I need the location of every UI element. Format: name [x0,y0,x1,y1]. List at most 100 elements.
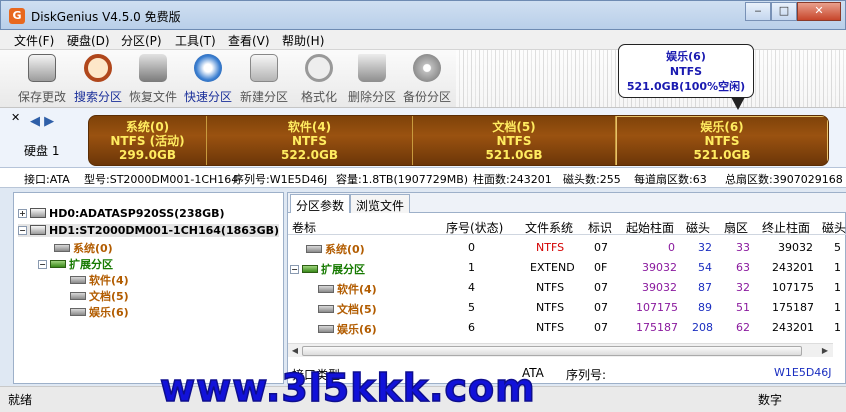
col-sector[interactable]: 扇区 [724,219,748,236]
segment-name: 文档(5) [492,120,536,134]
tree-disk-hd1[interactable]: − HD1:ST2000DM001-1CH164(1863GB) [18,224,280,237]
col-end-head[interactable]: 磁头 [822,219,846,236]
tab-partition-params[interactable]: 分区参数 [290,194,351,213]
row-head: 208 [692,321,713,334]
collapse-icon[interactable]: − [290,265,299,274]
table-row[interactable]: 软件(4) 4 NTFS 07 39032 87 32 107175 1 [288,277,846,297]
table-row[interactable]: 娱乐(6) 6 NTFS 07 175187 208 62 243201 1 [288,317,846,337]
row-index: 4 [468,281,475,294]
delete-partition-button[interactable]: 删除分区 [344,54,400,104]
collapse-icon[interactable]: − [18,226,27,235]
horizontal-scrollbar[interactable]: ◀ ▶ [288,343,833,357]
row-label: 软件(4) [318,281,377,297]
disk-nav-arrows-icon[interactable]: ◀ ▶ [30,114,54,129]
menu-tools[interactable]: 工具(T) [175,32,216,49]
disk-cylinders: 柱面数:243201 [473,173,552,186]
partition-icon [70,276,86,284]
save-changes-button[interactable]: 保存更改 [14,54,70,104]
search-partition-button[interactable]: 搜索分区 [70,54,126,104]
partition-segment-system[interactable]: 系统(0) NTFS (活动) 299.0GB [89,116,207,165]
table-row[interactable]: 系统(0) 0 NTFS 07 0 32 33 39032 5 [288,237,846,257]
close-icon[interactable]: ✕ [11,111,20,124]
tree-partition-system[interactable]: 系统(0) [54,240,113,256]
magnifier-icon [84,54,112,82]
format-label: 格式化 [300,90,337,104]
partition-tooltip: 娱乐(6) NTFS 521.0GB(100%空闲) [618,44,754,98]
segment-name: 娱乐(6) [700,120,744,134]
backup-partition-button[interactable]: 备份分区 [399,54,455,104]
restore-files-button[interactable]: 恢复文件 [125,54,181,104]
search-partition-label: 搜索分区 [73,90,122,104]
col-id[interactable]: 标识 [588,219,612,236]
scroll-left-icon[interactable]: ◀ [289,345,301,357]
quick-partition-button[interactable]: 快速分区 [180,54,236,104]
tab-strip: 分区参数 浏览文件 [288,193,846,213]
new-partition-button[interactable]: 新建分区 [236,54,292,104]
tree-partition-entertainment[interactable]: 娱乐(6) [70,304,129,320]
row-label: 娱乐(6) [318,321,377,337]
restore-files-label: 恢复文件 [128,90,177,104]
row-end-cyl: 243201 [772,261,814,274]
extended-partition-icon [302,265,318,273]
table-row[interactable]: 文档(5) 5 NTFS 07 107175 89 51 175187 1 [288,297,846,317]
row-label: 系统(0) [306,241,365,257]
row-index: 1 [468,261,475,274]
row-sector: 63 [736,261,750,274]
tree-disk-hd0[interactable]: + HD0:ADATASP920SS(238GB) [18,207,225,220]
row-id: 07 [594,241,608,254]
quick-partition-icon [194,54,222,82]
close-button[interactable]: ✕ [797,2,841,21]
minimize-button[interactable]: ‒ [745,2,771,21]
collapse-icon[interactable]: − [38,260,47,269]
tree-partition-software[interactable]: 软件(4) [70,272,129,288]
maximize-button[interactable]: □ [771,2,797,21]
row-start-cyl: 0 [668,241,675,254]
scrollbar-thumb[interactable] [302,346,802,356]
save-icon [28,54,56,82]
col-start-cylinder[interactable]: 起始柱面 [626,219,674,236]
row-label: 文档(5) [318,301,377,317]
partition-icon [318,305,334,313]
expand-icon[interactable]: + [18,209,27,218]
row-end-head: 1 [834,261,841,274]
row-index: 5 [468,301,475,314]
partition-segment-documents[interactable]: 文档(5) NTFS 521.0GB [413,116,616,165]
row-index: 6 [468,321,475,334]
disk-info-bar: 接口:ATA 型号:ST2000DM001-1CH164 序列号:W1E5D46… [0,168,846,188]
tree-partition-documents[interactable]: 文档(5) [70,288,129,304]
watermark-text: www.3l5kkk.com [159,365,536,411]
disk-map: ✕ ◀ ▶ 硬盘 1 系统(0) NTFS (活动) 299.0GB 软件(4)… [0,108,846,168]
row-sector: 33 [736,241,750,254]
row-id: 07 [594,301,608,314]
partition-segment-software[interactable]: 软件(4) NTFS 522.0GB [207,116,413,165]
tooltip-size: 521.0GB(100%空闲) [626,80,746,93]
col-end-cylinder[interactable]: 终止柱面 [762,219,810,236]
menu-partition[interactable]: 分区(P) [121,32,162,49]
col-filesystem[interactable]: 文件系统 [525,219,573,236]
tooltip-fs: NTFS [669,65,703,78]
menu-view[interactable]: 查看(V) [228,32,270,49]
save-changes-label: 保存更改 [17,90,66,104]
trash-icon [358,54,386,82]
menu-help[interactable]: 帮助(H) [282,32,324,49]
col-volume-label[interactable]: 卷标 [292,219,316,236]
row-fs: EXTEND [530,261,575,274]
row-end-cyl: 243201 [772,321,814,334]
row-start-cyl: 107175 [636,301,678,314]
disk-heads: 磁头数:255 [563,173,621,186]
col-index[interactable]: 序号(状态) [446,219,503,236]
partition-bar: 系统(0) NTFS (活动) 299.0GB 软件(4) NTFS 522.0… [88,115,829,166]
window-title: DiskGenius V4.5.0 免费版 [31,10,181,24]
col-head[interactable]: 磁头 [686,219,710,236]
tab-browse-files[interactable]: 浏览文件 [350,194,411,213]
menu-file[interactable]: 文件(F) [14,32,54,49]
menu-disk[interactable]: 硬盘(D) [67,32,110,49]
scroll-right-icon[interactable]: ▶ [819,345,831,357]
partition-segment-entertainment[interactable]: 娱乐(6) NTFS 521.0GB [616,116,828,165]
table-row[interactable]: − 扩展分区 1 EXTEND 0F 39032 54 63 243201 1 [288,257,846,277]
format-button[interactable]: 格式化 [291,54,347,104]
row-label-text: 系统(0) [325,243,365,256]
tree-partition-extended[interactable]: − 扩展分区 [38,256,113,272]
row-head: 87 [698,281,712,294]
hard-disk-icon [30,208,46,218]
